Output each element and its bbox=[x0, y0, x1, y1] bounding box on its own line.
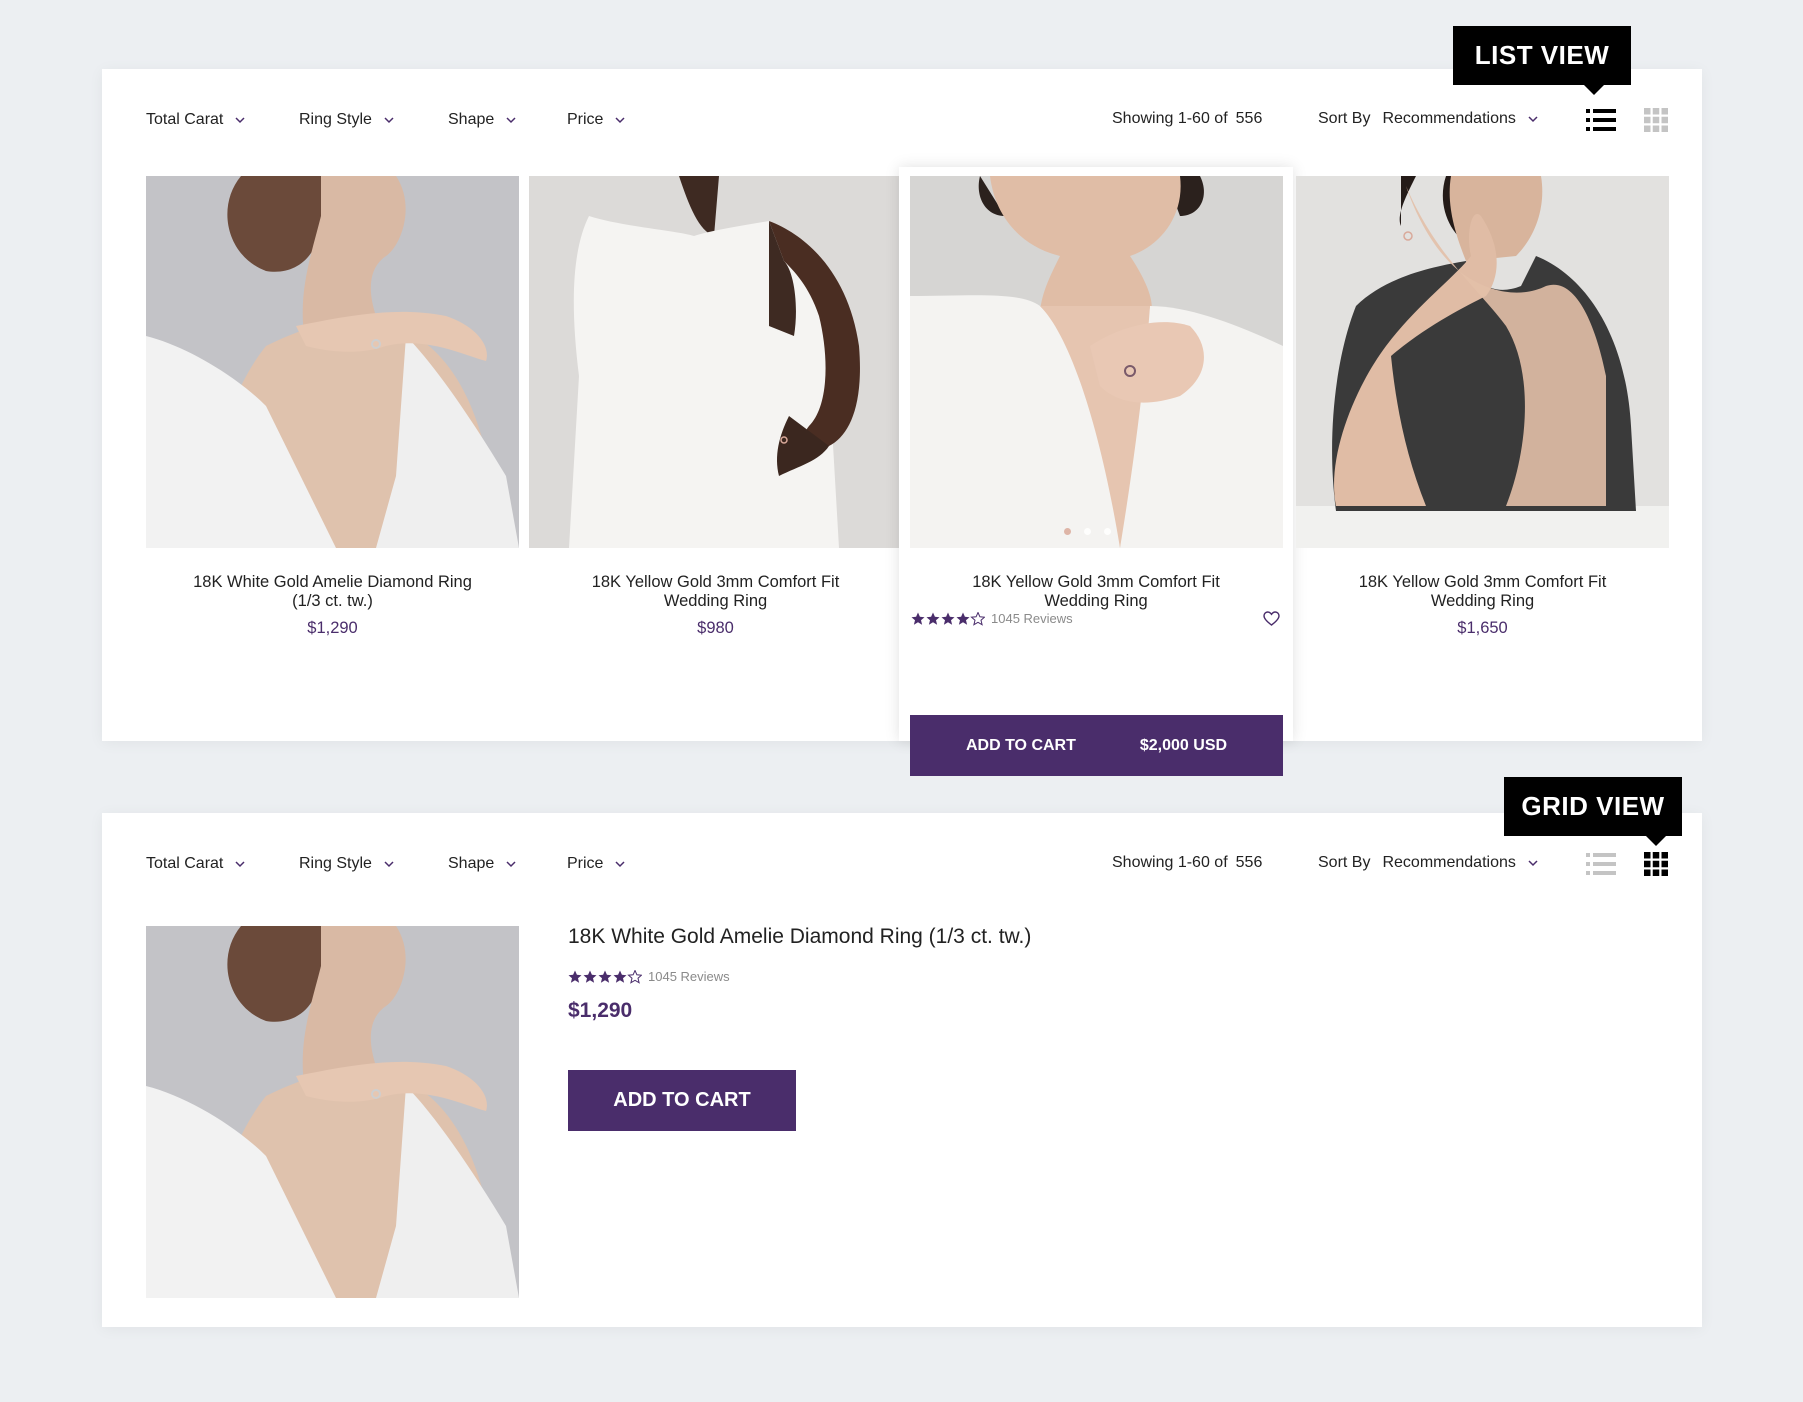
rating-stars: 1045 Reviews bbox=[568, 969, 730, 984]
results-total: 556 bbox=[1235, 854, 1263, 871]
filter-ring-style[interactable]: Ring Style bbox=[299, 854, 394, 874]
add-to-cart-button[interactable]: ADD TO CART bbox=[568, 1070, 796, 1131]
list-view-tooltip: LIST VIEW bbox=[1453, 26, 1631, 95]
sort-dropdown[interactable]: Recommendations bbox=[1382, 854, 1515, 872]
filter-label: Price bbox=[567, 855, 604, 872]
sort-dropdown[interactable]: Recommendations bbox=[1382, 110, 1515, 128]
chevron-down-icon bbox=[384, 860, 394, 867]
rating-stars: 1045 Reviews bbox=[911, 611, 1073, 626]
sort-control: Sort By Recommendations bbox=[1318, 854, 1538, 872]
product-name-line: 18K Yellow Gold 3mm Comfort Fit bbox=[972, 573, 1220, 591]
filter-label: Total Carat bbox=[146, 855, 224, 872]
image-carousel-dots bbox=[1064, 528, 1111, 535]
product-name-line: 18K Yellow Gold 3mm Comfort Fit bbox=[591, 573, 840, 591]
product-price: $980 bbox=[697, 619, 734, 637]
cart-button-label: ADD TO CART bbox=[965, 736, 1076, 754]
review-count[interactable]: 1045 Reviews bbox=[648, 969, 730, 984]
product-name-line: (1/3 ct. tw.) bbox=[292, 592, 373, 610]
product-name-line: Wedding Ring bbox=[1044, 592, 1148, 610]
chevron-down-icon bbox=[615, 116, 625, 123]
cart-button-price: $2,000 USD bbox=[1139, 736, 1228, 754]
product-name[interactable]: 18K White Gold Amelie Diamond Ring (1/3 … bbox=[146, 573, 519, 611]
product-image[interactable] bbox=[529, 176, 902, 548]
filter-total-carat[interactable]: Total Carat bbox=[146, 854, 245, 874]
sort-label: Sort By bbox=[1318, 110, 1371, 127]
grid-view-tooltip: GRID VIEW bbox=[1504, 777, 1682, 846]
product-price: $1,290 bbox=[568, 999, 633, 1022]
product-grid-panel: Total Carat Ring Style Shape Price Showi… bbox=[102, 69, 1702, 776]
results-text: Showing 1-60 of bbox=[1112, 854, 1228, 871]
filter-label: Price bbox=[567, 111, 604, 128]
results-count: Showing 1-60 of 556 bbox=[1112, 854, 1270, 872]
chevron-down-icon[interactable] bbox=[1528, 115, 1538, 123]
filter-label: Shape bbox=[448, 111, 495, 128]
product-name-line: 18K White Gold Amelie Diamond Ring bbox=[193, 573, 472, 591]
chevron-down-icon[interactable] bbox=[1528, 859, 1538, 867]
product-name[interactable]: 18K Yellow Gold 3mm Comfort Fit Wedding … bbox=[1296, 573, 1669, 611]
list-view-icon[interactable] bbox=[1586, 852, 1616, 876]
filter-label: Ring Style bbox=[299, 855, 372, 872]
cart-button-label: ADD TO CART bbox=[613, 1089, 751, 1111]
sort-control: Sort By Recommendations bbox=[1318, 110, 1538, 128]
star-rating-icon bbox=[568, 969, 642, 984]
grid-view-icon[interactable] bbox=[1644, 108, 1668, 132]
chevron-down-icon bbox=[235, 116, 245, 123]
filter-price[interactable]: Price bbox=[567, 854, 625, 874]
star-rating-icon bbox=[911, 611, 985, 626]
filter-shape[interactable]: Shape bbox=[448, 110, 516, 130]
filter-shape[interactable]: Shape bbox=[448, 854, 516, 874]
results-total: 556 bbox=[1235, 110, 1263, 127]
product-image[interactable] bbox=[1296, 176, 1669, 548]
filter-ring-style[interactable]: Ring Style bbox=[299, 110, 394, 130]
product-name[interactable]: 18K Yellow Gold 3mm Comfort Fit Wedding … bbox=[529, 573, 902, 611]
product-list-panel: Total Carat Ring Style Shape Price Showi… bbox=[102, 813, 1702, 1327]
product-name-line: 18K Yellow Gold 3mm Comfort Fit bbox=[1358, 573, 1607, 591]
review-count[interactable]: 1045 Reviews bbox=[991, 611, 1073, 626]
sort-label: Sort By bbox=[1318, 854, 1371, 871]
filter-label: Shape bbox=[448, 855, 495, 872]
chevron-down-icon bbox=[615, 860, 625, 867]
chevron-down-icon bbox=[506, 116, 516, 123]
product-title[interactable]: 18K White Gold Amelie Diamond Ring (1/3 … bbox=[568, 925, 1031, 949]
product-image[interactable] bbox=[146, 926, 519, 1298]
carousel-dot[interactable] bbox=[1104, 528, 1111, 535]
results-text: Showing 1-60 of bbox=[1112, 110, 1228, 127]
chevron-down-icon bbox=[235, 860, 245, 867]
filter-label: Total Carat bbox=[146, 111, 224, 128]
filter-total-carat[interactable]: Total Carat bbox=[146, 110, 245, 130]
heart-icon[interactable] bbox=[1263, 611, 1280, 626]
filter-price[interactable]: Price bbox=[567, 110, 625, 130]
add-to-cart-button[interactable]: ADD TO CART $2,000 USD bbox=[910, 715, 1283, 776]
filter-label: Ring Style bbox=[299, 111, 372, 128]
product-image[interactable] bbox=[146, 176, 519, 548]
product-card-hovered[interactable]: 18K Yellow Gold 3mm Comfort Fit Wedding … bbox=[899, 167, 1293, 776]
list-view-icon[interactable] bbox=[1586, 108, 1616, 132]
product-price: $1,290 bbox=[307, 619, 358, 637]
filter-toolbar: Total Carat Ring Style Shape Price Showi… bbox=[102, 813, 1702, 913]
grid-view-icon[interactable] bbox=[1644, 852, 1668, 876]
product-price: $1,650 bbox=[1457, 619, 1508, 637]
product-name[interactable]: 18K Yellow Gold 3mm Comfort Fit Wedding … bbox=[899, 573, 1293, 611]
product-name-line: Wedding Ring bbox=[663, 592, 768, 610]
chevron-down-icon bbox=[384, 116, 394, 123]
chevron-down-icon bbox=[506, 860, 516, 867]
results-count: Showing 1-60 of 556 bbox=[1112, 110, 1270, 128]
product-name-line: Wedding Ring bbox=[1430, 592, 1535, 610]
carousel-dot[interactable] bbox=[1084, 528, 1091, 535]
product-image[interactable] bbox=[910, 176, 1283, 548]
carousel-dot[interactable] bbox=[1064, 528, 1071, 535]
